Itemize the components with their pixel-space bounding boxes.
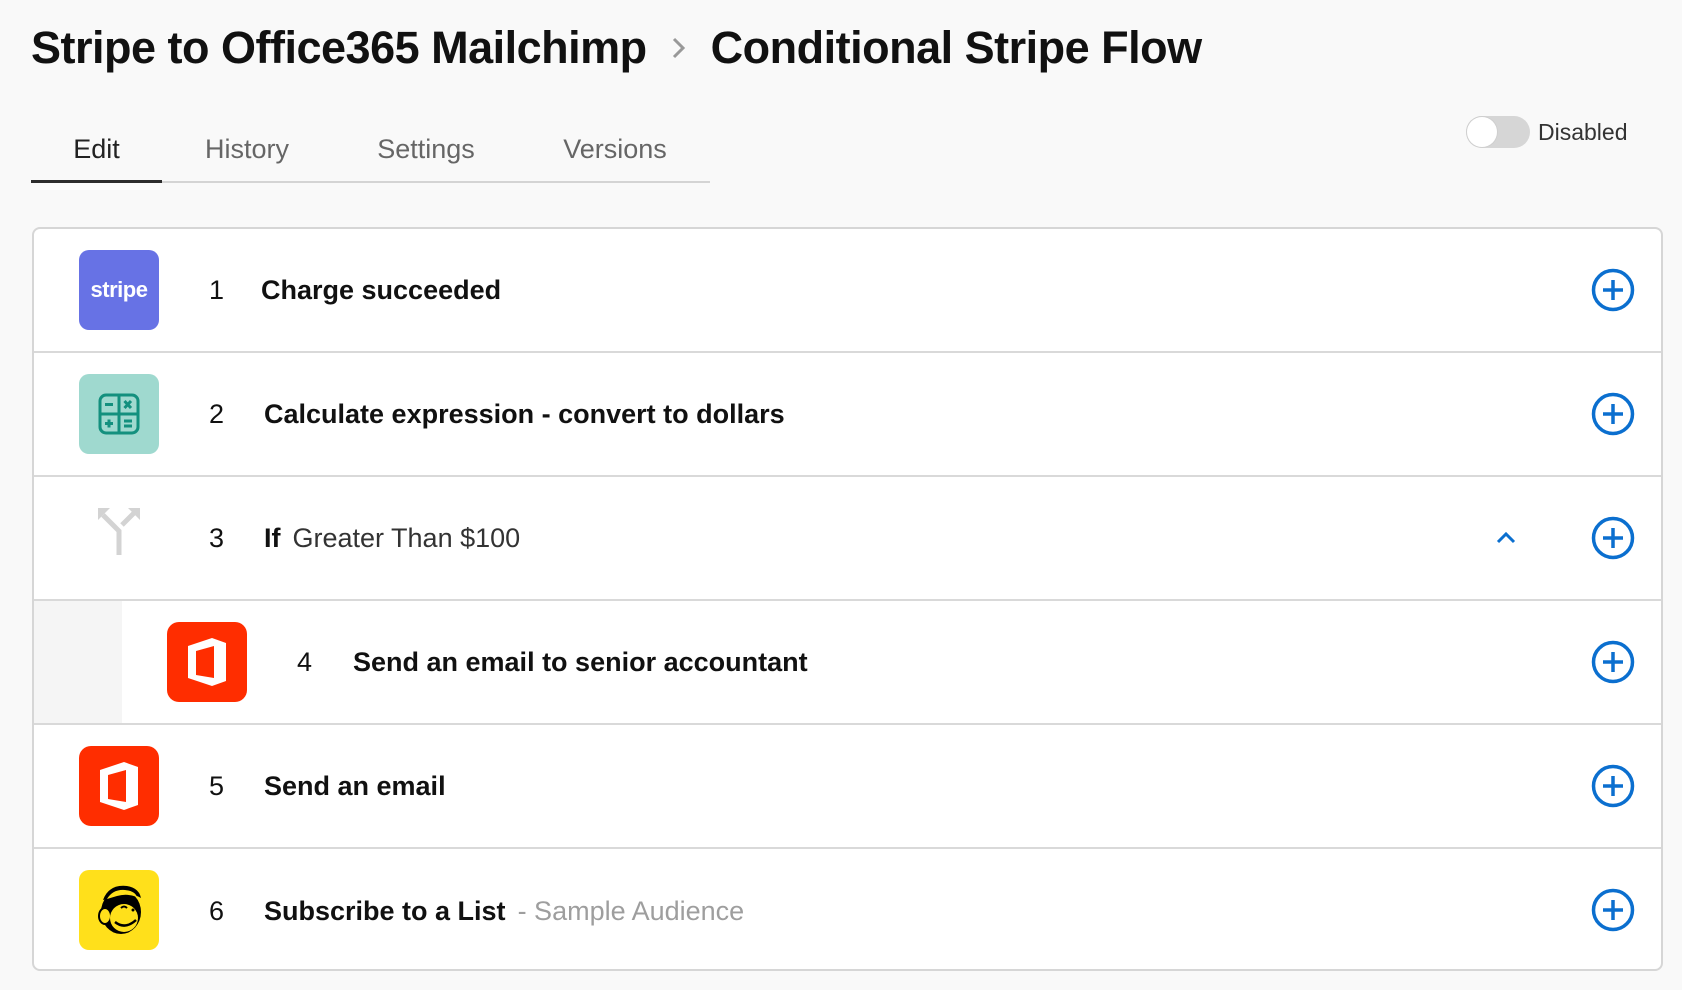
- nested-indent: [34, 601, 122, 723]
- step-number: 6: [209, 895, 225, 926]
- stripe-logo-text: stripe: [90, 277, 148, 302]
- step-title: Send an email to senior accountant: [353, 646, 808, 677]
- step-row[interactable]: 3 If Greater Than $100: [34, 477, 1661, 601]
- add-step-button[interactable]: [1590, 267, 1636, 313]
- chevron-up-icon[interactable]: [1492, 524, 1520, 552]
- step-number: 2: [209, 398, 225, 429]
- step-row[interactable]: stripe 1 Charge succeeded: [34, 229, 1661, 353]
- tab-bar: Edit History Settings Versions: [31, 118, 710, 183]
- plus-circle-icon: [1591, 888, 1635, 932]
- step-title: If Greater Than $100: [264, 523, 520, 554]
- calculator-icon: [79, 374, 159, 454]
- toggle-label: Disabled: [1538, 118, 1628, 145]
- chevron-right-icon: [647, 23, 711, 73]
- mailchimp-logo-icon: [79, 870, 159, 950]
- branch-icon: [79, 491, 159, 571]
- add-step-button[interactable]: [1590, 763, 1636, 809]
- step-row[interactable]: 2 Calculate expression - convert to doll…: [34, 353, 1661, 477]
- plus-circle-icon: [1591, 640, 1635, 684]
- if-keyword: If: [264, 522, 281, 553]
- step-row[interactable]: 6 Subscribe to a List - Sample Audience: [34, 849, 1661, 969]
- office365-logo-icon: [167, 622, 247, 702]
- enable-toggle[interactable]: Disabled: [1466, 116, 1628, 148]
- tab-edit[interactable]: Edit: [31, 118, 162, 183]
- stripe-logo-icon: stripe: [79, 250, 159, 330]
- plus-circle-icon: [1591, 764, 1635, 808]
- step-title: Subscribe to a List - Sample Audience: [264, 896, 744, 927]
- step-title: Charge succeeded: [261, 274, 502, 305]
- add-step-button[interactable]: [1590, 391, 1636, 437]
- toggle-track[interactable]: [1466, 116, 1530, 148]
- step-number: 3: [209, 522, 225, 553]
- tab-versions[interactable]: Versions: [520, 118, 710, 181]
- step-detail: - Sample Audience: [517, 895, 745, 926]
- plus-circle-icon: [1591, 392, 1635, 436]
- condition-label: Greater Than $100: [292, 522, 521, 553]
- step-number: 5: [209, 770, 225, 801]
- toggle-knob: [1467, 117, 1497, 147]
- step-title: Calculate expression - convert to dollar…: [264, 398, 785, 429]
- add-step-button[interactable]: [1590, 515, 1636, 561]
- tab-history[interactable]: History: [162, 118, 332, 181]
- step-title: Send an email: [264, 770, 446, 801]
- breadcrumb: Stripe to Office365 Mailchimp Conditiona…: [31, 22, 1202, 74]
- step-row[interactable]: 4 Send an email to senior accountant: [34, 601, 1661, 725]
- plus-circle-icon: [1591, 268, 1635, 312]
- office365-logo-icon: [79, 746, 159, 826]
- step-title-text: Subscribe to a List: [264, 895, 506, 926]
- add-step-button[interactable]: [1590, 887, 1636, 933]
- step-row[interactable]: 5 Send an email: [34, 725, 1661, 849]
- breadcrumb-parent[interactable]: Stripe to Office365 Mailchimp: [31, 22, 647, 74]
- tab-settings[interactable]: Settings: [332, 118, 520, 181]
- step-number: 1: [209, 274, 225, 305]
- step-number: 4: [297, 646, 313, 677]
- add-step-button[interactable]: [1590, 639, 1636, 685]
- plus-circle-icon: [1591, 516, 1635, 560]
- breadcrumb-current: Conditional Stripe Flow: [710, 22, 1202, 73]
- steps-list: stripe 1 Charge succeeded 2 Calculate ex…: [32, 227, 1663, 971]
